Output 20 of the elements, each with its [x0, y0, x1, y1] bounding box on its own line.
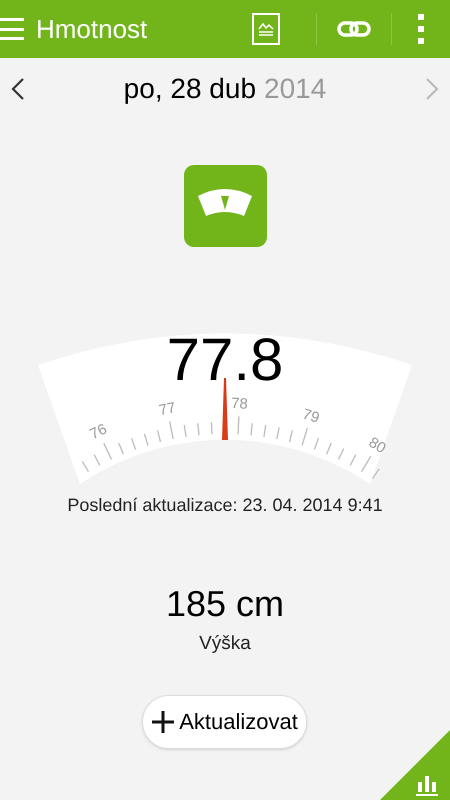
chart-report-icon[interactable] — [252, 13, 280, 45]
update-button[interactable]: Aktualizovat — [142, 694, 307, 748]
date-label: po, 28 dub — [124, 72, 256, 106]
link-icon[interactable] — [337, 20, 371, 38]
height-value: 185 cm — [166, 582, 284, 626]
scale-label: 80 — [366, 434, 389, 458]
plus-icon — [151, 710, 176, 734]
weight-reading: 77.8 — [166, 330, 284, 390]
app-title: Hmotnost — [36, 12, 148, 46]
menu-icon[interactable] — [0, 18, 24, 40]
scale-label: 78 — [230, 394, 248, 413]
height-label: Výška — [199, 632, 251, 656]
scale-label: 77 — [157, 399, 178, 420]
scale-label: 76 — [87, 420, 110, 444]
stats-corner-button[interactable] — [380, 730, 450, 800]
more-icon[interactable] — [418, 14, 424, 44]
last-update-text: Poslední aktualizace: 23. 04. 2014 9:41 — [67, 494, 383, 517]
scale-label: 79 — [300, 406, 322, 427]
year-label: 2014 — [264, 72, 326, 106]
scale-icon — [184, 165, 266, 247]
